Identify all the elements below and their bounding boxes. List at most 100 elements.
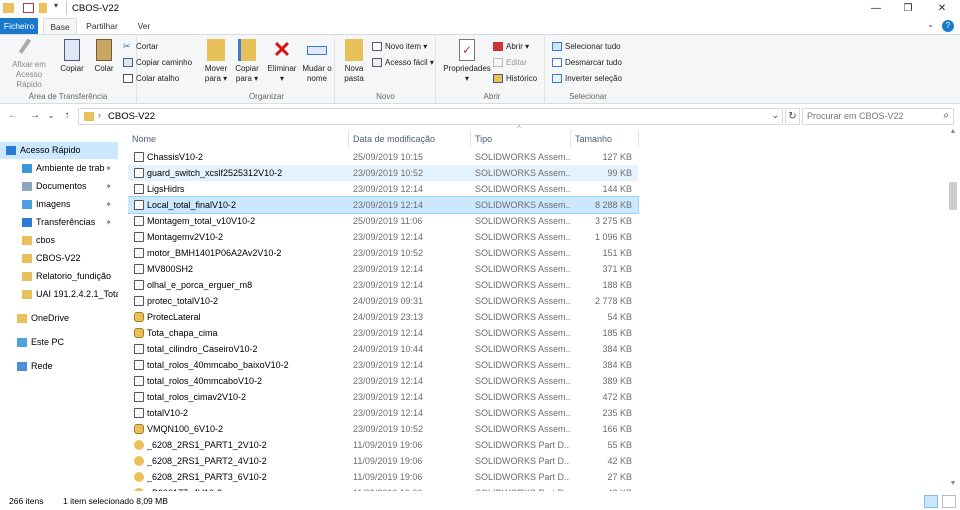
customize-qat-icon[interactable]: ▾ bbox=[54, 1, 58, 10]
easy-access-button[interactable]: Acesso fácil ▾ bbox=[372, 56, 434, 69]
sidebar-item-5[interactable]: Transferências ✶ bbox=[0, 214, 118, 231]
paste-button[interactable]: Colar bbox=[90, 39, 118, 74]
column-size[interactable]: Tamanho bbox=[571, 130, 639, 148]
sidebar-item-8[interactable]: Relatorio_fundição bbox=[0, 268, 118, 285]
paste-shortcut-button[interactable]: Colar atalho bbox=[123, 72, 179, 85]
file-row[interactable]: Montagemv2V10-2 23/09/2019 12:14 SOLIDWORK… bbox=[128, 229, 638, 245]
sidebar-item-2[interactable]: Ambiente de trab ✶ bbox=[0, 160, 118, 177]
sidebar-item-4[interactable]: Imagens ✶ bbox=[0, 196, 118, 213]
new-folder-icon[interactable] bbox=[39, 3, 47, 13]
file-date: 23/09/2019 10:52 bbox=[353, 248, 424, 258]
pin-icon[interactable]: ✶ bbox=[105, 160, 112, 177]
new-item-button[interactable]: Novo item ▾ bbox=[372, 40, 427, 53]
select-none-button[interactable]: Desmarcar tudo bbox=[552, 56, 622, 69]
file-row[interactable]: total_rolos_cimav2V10-2 23/09/2019 12:14 S… bbox=[128, 389, 638, 405]
scroll-down-icon[interactable]: ▼ bbox=[946, 480, 960, 492]
file-row[interactable]: olhal_e_porca_erguer_m8 23/09/2019 12:14 S… bbox=[128, 277, 638, 293]
navigation-pane: Acesso Rápido Ambiente de trab ✶ Documentos… bbox=[0, 138, 118, 490]
file-row[interactable]: ProtecLateral 24/09/2019 23:13 SOLIDWORKS … bbox=[128, 309, 638, 325]
vertical-scrollbar[interactable]: ▲ ▼ bbox=[946, 128, 960, 492]
file-date: 25/09/2019 10:15 bbox=[353, 152, 424, 162]
move-to-button[interactable]: Mover para ▾ bbox=[201, 39, 231, 84]
sidebar-item-12[interactable]: Rede bbox=[0, 358, 118, 375]
sidebar-item-9[interactable]: UAI 191.2.4.2.1_Tota bbox=[0, 286, 118, 303]
file-size: 235 KB bbox=[602, 408, 632, 418]
file-row[interactable]: protec_totalV10-2 24/09/2019 09:31 SOLIDWO… bbox=[128, 293, 638, 309]
file-row[interactable]: Tota_chapa_cima 23/09/2019 12:14 SOLIDWORK… bbox=[128, 325, 638, 341]
search-input[interactable]: Procurar em CBOS-V22 ⌕ bbox=[802, 108, 954, 125]
new-folder-button[interactable]: Nova pasta bbox=[338, 39, 370, 84]
address-bar[interactable]: › CBOS-V22 ⌄ bbox=[78, 108, 783, 125]
refresh-button[interactable]: ↻ bbox=[785, 108, 800, 125]
rename-button[interactable]: Mudar o nome bbox=[300, 39, 334, 84]
tab-file[interactable]: Ficheiro bbox=[0, 18, 38, 34]
sidebar-item-7[interactable]: CBOS-V22 bbox=[0, 250, 118, 267]
cut-button[interactable]: ✂ Cortar bbox=[123, 40, 158, 53]
up-button[interactable]: ↑ bbox=[60, 109, 74, 123]
file-name: Local_total_finalV10-2 bbox=[147, 200, 237, 210]
file-date: 23/09/2019 12:14 bbox=[353, 328, 424, 338]
tab-share[interactable]: Partilhar bbox=[80, 18, 124, 34]
file-row[interactable]: total_rolos_40mmcaboV10-2 23/09/2019 12:1… bbox=[128, 373, 638, 389]
back-button[interactable]: ← bbox=[6, 109, 20, 123]
file-row[interactable]: totalV10-2 23/09/2019 12:14 SOLIDWORKS Ass… bbox=[128, 405, 638, 421]
recent-locations-button[interactable]: ⌄ bbox=[44, 109, 58, 123]
close-button[interactable]: ✕ bbox=[926, 0, 958, 18]
sidebar-item-10[interactable]: OneDrive bbox=[0, 310, 118, 327]
copy-button[interactable]: Copiar bbox=[57, 39, 87, 74]
details-view-icon[interactable] bbox=[924, 495, 938, 508]
file-row[interactable]: MV800SH2 23/09/2019 12:14 SOLIDWORKS Assem… bbox=[128, 261, 638, 277]
expand-ribbon-icon[interactable]: ⌄ bbox=[927, 20, 934, 29]
properties-icon[interactable] bbox=[23, 3, 34, 13]
sidebar-item-1[interactable]: Acesso Rápido bbox=[0, 142, 118, 159]
file-row[interactable]: _6208_2RS1_PART3_6V10-2 11/09/2019 19:06 S… bbox=[128, 469, 638, 485]
address-dropdown[interactable]: ⌄ bbox=[771, 110, 779, 121]
sidebar-item-3[interactable]: Documentos ✶ bbox=[0, 178, 118, 195]
file-row[interactable]: _6208_2RS1_PART2_4V10-2 11/09/2019 19:06 S… bbox=[128, 453, 638, 469]
file-row[interactable]: Local_total_finalV10-2 23/09/2019 12:14 SO… bbox=[128, 196, 639, 214]
invert-selection-button[interactable]: Inverter seleção bbox=[552, 72, 622, 85]
file-row[interactable]: motor_BMH1401P06A2Av2V10-2 23/09/2019 10:… bbox=[128, 245, 638, 261]
file-row[interactable]: _B600177_4V10-2 11/09/2019 19:06 SOLIDWORK… bbox=[128, 485, 638, 491]
forward-button[interactable]: → bbox=[28, 109, 42, 123]
minimize-button[interactable]: — bbox=[860, 0, 892, 18]
pin-icon[interactable]: ✶ bbox=[105, 178, 112, 195]
large-icons-view-icon[interactable] bbox=[942, 495, 956, 508]
tab-view[interactable]: Ver bbox=[130, 18, 158, 34]
file-name: _6208_2RS1_PART2_4V10-2 bbox=[147, 456, 267, 466]
copy-to-button[interactable]: Copiar para ▾ bbox=[232, 39, 262, 84]
pin-quick-access-button[interactable]: Afixar em Acesso Rápido bbox=[3, 38, 55, 90]
tab-home[interactable]: Base bbox=[43, 18, 77, 34]
select-all-button[interactable]: Selecionar tudo bbox=[552, 40, 621, 53]
pin-icon[interactable]: ✶ bbox=[105, 214, 112, 231]
file-size: 384 KB bbox=[602, 344, 632, 354]
file-row[interactable]: total_cilindro_CaseiroV10-2 24/09/2019 10… bbox=[128, 341, 638, 357]
file-row[interactable]: _6208_2RS1_PART1_2V10-2 11/09/2019 19:06 S… bbox=[128, 437, 638, 453]
breadcrumb-current[interactable]: CBOS-V22 bbox=[108, 111, 155, 122]
sidebar-item-6[interactable]: cbos bbox=[0, 232, 118, 249]
open-button[interactable]: Abrir ▾ bbox=[493, 40, 529, 53]
column-name[interactable]: Nome bbox=[128, 130, 349, 148]
properties-button[interactable]: ✓ Propriedades ▾ bbox=[442, 39, 492, 84]
help-icon[interactable]: ? bbox=[942, 20, 954, 32]
file-row[interactable]: LigsHidrs 23/09/2019 12:14 SOLIDWORKS Asse… bbox=[128, 181, 638, 197]
search-placeholder: Procurar em CBOS-V22 bbox=[807, 111, 904, 121]
scroll-thumb[interactable] bbox=[949, 182, 957, 210]
edit-button[interactable]: Editar bbox=[493, 56, 527, 69]
file-row[interactable]: ChassisV10-2 25/09/2019 10:15 SOLIDWORKS A… bbox=[128, 149, 638, 165]
column-date[interactable]: Data de modificação bbox=[349, 130, 471, 148]
file-row[interactable]: VMQN100_6V10-2 23/09/2019 10:52 SOLIDWORKS… bbox=[128, 421, 638, 437]
scroll-up-icon[interactable]: ▲ bbox=[946, 128, 960, 140]
breadcrumb-separator[interactable]: › bbox=[98, 110, 101, 120]
pin-icon[interactable]: ✶ bbox=[105, 196, 112, 213]
sidebar-item-11[interactable]: Este PC bbox=[0, 334, 118, 351]
new-item-label: Novo item ▾ bbox=[385, 42, 428, 51]
file-row[interactable]: guard_switch_xcslf2525312V10-2 23/09/2019… bbox=[128, 165, 638, 181]
restore-button[interactable]: ❐ bbox=[892, 0, 924, 18]
column-type[interactable]: Tipo bbox=[471, 130, 571, 148]
file-row[interactable]: Montagem_total_v10V10-2 25/09/2019 11:06 S… bbox=[128, 213, 638, 229]
copy-path-button[interactable]: Copiar caminho bbox=[123, 56, 192, 69]
file-row[interactable]: total_rolos_40mmcabo_baixoV10-2 23/09/201… bbox=[128, 357, 638, 373]
delete-button[interactable]: ✕ Eliminar ▾ bbox=[266, 39, 298, 84]
history-button[interactable]: Histórico bbox=[493, 72, 537, 85]
